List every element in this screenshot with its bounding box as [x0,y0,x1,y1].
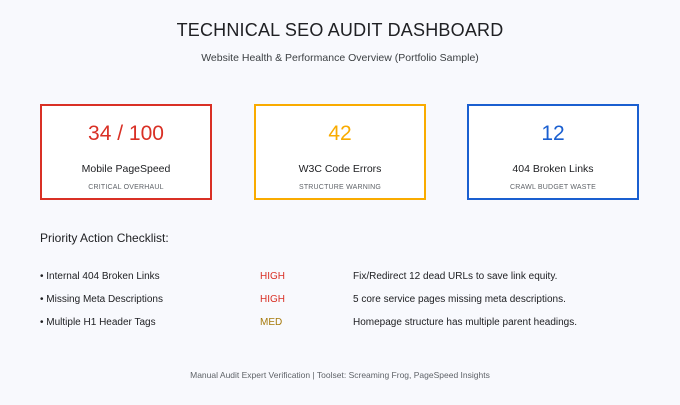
pagespeed-card: 34 / 100 Mobile PageSpeed CRITICAL OVERH… [40,104,212,200]
broken-links-count: 12 [541,122,565,145]
checklist-note: 5 core service pages missing meta descri… [353,294,566,305]
checklist-item: • Multiple H1 Header Tags [40,317,156,328]
w3c-errors-count: 42 [328,122,352,145]
checklist-note: Fix/Redirect 12 dead URLs to save link e… [353,271,558,282]
pagespeed-label: Mobile PageSpeed [81,163,171,175]
checklist-item: • Missing Meta Descriptions [40,294,163,305]
checklist-row: • Internal 404 Broken Links HIGH Fix/Red… [0,271,680,287]
broken-links-status: CRAWL BUDGET WASTE [510,184,596,191]
broken-links-card: 12 404 Broken Links CRAWL BUDGET WASTE [467,104,639,200]
checklist-row: • Missing Meta Descriptions HIGH 5 core … [0,294,680,310]
w3c-errors-label: W3C Code Errors [298,163,382,175]
broken-links-label: 404 Broken Links [512,163,594,175]
checklist-title: Priority Action Checklist: [40,231,169,245]
checklist-item: • Internal 404 Broken Links [40,271,160,282]
w3c-errors-status: STRUCTURE WARNING [298,184,382,191]
checklist-row: • Multiple H1 Header Tags MED Homepage s… [0,317,680,333]
w3c-errors-card: 42 W3C Code Errors STRUCTURE WARNING [254,104,426,200]
priority-badge: HIGH [260,294,285,305]
priority-badge: HIGH [260,271,285,282]
page-title: TECHNICAL SEO AUDIT DASHBOARD [176,20,504,40]
pagespeed-score: 34 / 100 [88,122,164,145]
pagespeed-status: CRITICAL OVERHAUL [88,184,164,191]
page-subtitle: Website Health & Performance Overview (P… [201,52,479,64]
checklist-note: Homepage structure has multiple parent h… [353,317,578,328]
footer-text: Manual Audit Expert Verification | Tools… [190,370,490,380]
priority-badge: MED [260,317,283,328]
